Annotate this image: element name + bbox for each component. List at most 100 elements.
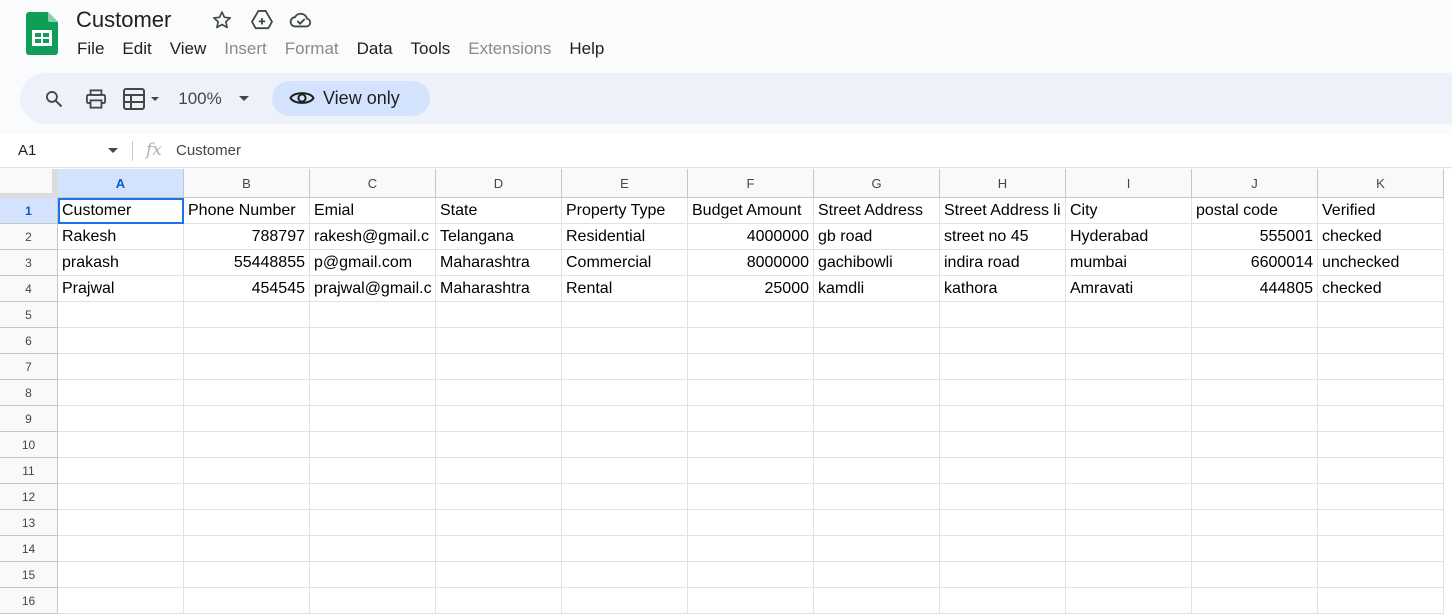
cell-g3[interactable]: gachibowli xyxy=(814,250,940,276)
row-header-10[interactable]: 10 xyxy=(0,432,58,458)
cell-c5[interactable] xyxy=(310,302,436,328)
cell-j4[interactable]: 444805 xyxy=(1192,276,1318,302)
cell-e6[interactable] xyxy=(562,328,688,354)
cell-h2[interactable]: street no 45 xyxy=(940,224,1066,250)
column-header-k[interactable]: K xyxy=(1318,169,1444,198)
cell-g10[interactable] xyxy=(814,432,940,458)
cell-c2[interactable]: rakesh@gmail.c xyxy=(310,224,436,250)
cell-i16[interactable] xyxy=(1066,588,1192,614)
row-header-16[interactable]: 16 xyxy=(0,588,58,614)
row-header-15[interactable]: 15 xyxy=(0,562,58,588)
menu-data[interactable]: Data xyxy=(348,37,402,61)
cell-j14[interactable] xyxy=(1192,536,1318,562)
cell-j16[interactable] xyxy=(1192,588,1318,614)
chevron-down-icon[interactable] xyxy=(232,85,256,113)
menu-edit[interactable]: Edit xyxy=(113,37,160,61)
cell-b10[interactable] xyxy=(184,432,310,458)
cell-g6[interactable] xyxy=(814,328,940,354)
cell-j15[interactable] xyxy=(1192,562,1318,588)
cell-k13[interactable] xyxy=(1318,510,1444,536)
cell-j13[interactable] xyxy=(1192,510,1318,536)
cell-f2[interactable]: 4000000 xyxy=(688,224,814,250)
row-header-8[interactable]: 8 xyxy=(0,380,58,406)
cell-k4[interactable]: checked xyxy=(1318,276,1444,302)
cell-h12[interactable] xyxy=(940,484,1066,510)
cell-c3[interactable]: p@gmail.com xyxy=(310,250,436,276)
cell-f6[interactable] xyxy=(688,328,814,354)
cell-h16[interactable] xyxy=(940,588,1066,614)
cell-k14[interactable] xyxy=(1318,536,1444,562)
cell-d9[interactable] xyxy=(436,406,562,432)
cell-e5[interactable] xyxy=(562,302,688,328)
cell-g2[interactable]: gb road xyxy=(814,224,940,250)
cell-c13[interactable] xyxy=(310,510,436,536)
column-header-d[interactable]: D xyxy=(436,169,562,198)
cell-g13[interactable] xyxy=(814,510,940,536)
cell-k11[interactable] xyxy=(1318,458,1444,484)
cell-d2[interactable]: Telangana xyxy=(436,224,562,250)
zoom-select[interactable]: 100% xyxy=(174,85,226,113)
column-header-h[interactable]: H xyxy=(940,169,1066,198)
cell-i1[interactable]: City xyxy=(1066,198,1192,224)
cell-g9[interactable] xyxy=(814,406,940,432)
cell-i3[interactable]: mumbai xyxy=(1066,250,1192,276)
cell-h9[interactable] xyxy=(940,406,1066,432)
select-all-corner[interactable] xyxy=(0,169,58,198)
cell-g7[interactable] xyxy=(814,354,940,380)
cell-a12[interactable] xyxy=(58,484,184,510)
cell-c8[interactable] xyxy=(310,380,436,406)
star-icon[interactable] xyxy=(210,8,234,32)
cell-c15[interactable] xyxy=(310,562,436,588)
cell-k12[interactable] xyxy=(1318,484,1444,510)
cell-d1[interactable]: State xyxy=(436,198,562,224)
cell-e9[interactable] xyxy=(562,406,688,432)
menu-tools[interactable]: Tools xyxy=(402,37,460,61)
column-header-j[interactable]: J xyxy=(1192,169,1318,198)
cell-c11[interactable] xyxy=(310,458,436,484)
cell-f12[interactable] xyxy=(688,484,814,510)
row-header-14[interactable]: 14 xyxy=(0,536,58,562)
view-only-button[interactable]: View only xyxy=(272,81,430,116)
cell-a7[interactable] xyxy=(58,354,184,380)
cell-e8[interactable] xyxy=(562,380,688,406)
cell-g16[interactable] xyxy=(814,588,940,614)
cell-i4[interactable]: Amravati xyxy=(1066,276,1192,302)
cell-h6[interactable] xyxy=(940,328,1066,354)
search-icon[interactable] xyxy=(42,85,66,113)
cell-e12[interactable] xyxy=(562,484,688,510)
cell-k16[interactable] xyxy=(1318,588,1444,614)
column-header-f[interactable]: F xyxy=(688,169,814,198)
formula-input[interactable]: Customer xyxy=(176,142,241,159)
cell-a2[interactable]: Rakesh xyxy=(58,224,184,250)
cell-f1[interactable]: Budget Amount xyxy=(688,198,814,224)
menu-extensions[interactable]: Extensions xyxy=(459,37,560,61)
cell-j10[interactable] xyxy=(1192,432,1318,458)
cell-i10[interactable] xyxy=(1066,432,1192,458)
cell-e15[interactable] xyxy=(562,562,688,588)
menu-format[interactable]: Format xyxy=(276,37,348,61)
cell-h15[interactable] xyxy=(940,562,1066,588)
cell-f16[interactable] xyxy=(688,588,814,614)
cell-a4[interactable]: Prajwal xyxy=(58,276,184,302)
cell-a15[interactable] xyxy=(58,562,184,588)
cell-h5[interactable] xyxy=(940,302,1066,328)
row-header-1[interactable]: 1 xyxy=(0,198,58,224)
cell-h8[interactable] xyxy=(940,380,1066,406)
cell-g11[interactable] xyxy=(814,458,940,484)
row-header-13[interactable]: 13 xyxy=(0,510,58,536)
cell-j12[interactable] xyxy=(1192,484,1318,510)
cell-a10[interactable] xyxy=(58,432,184,458)
cell-g4[interactable]: kamdli xyxy=(814,276,940,302)
cell-k2[interactable]: checked xyxy=(1318,224,1444,250)
row-header-6[interactable]: 6 xyxy=(0,328,58,354)
cell-d11[interactable] xyxy=(436,458,562,484)
cell-f13[interactable] xyxy=(688,510,814,536)
cell-k5[interactable] xyxy=(1318,302,1444,328)
cell-e14[interactable] xyxy=(562,536,688,562)
cell-k1[interactable]: Verified xyxy=(1318,198,1444,224)
cell-b1[interactable]: Phone Number xyxy=(184,198,310,224)
cell-e16[interactable] xyxy=(562,588,688,614)
sheets-logo-icon[interactable] xyxy=(26,12,58,55)
cell-a14[interactable] xyxy=(58,536,184,562)
cell-c6[interactable] xyxy=(310,328,436,354)
